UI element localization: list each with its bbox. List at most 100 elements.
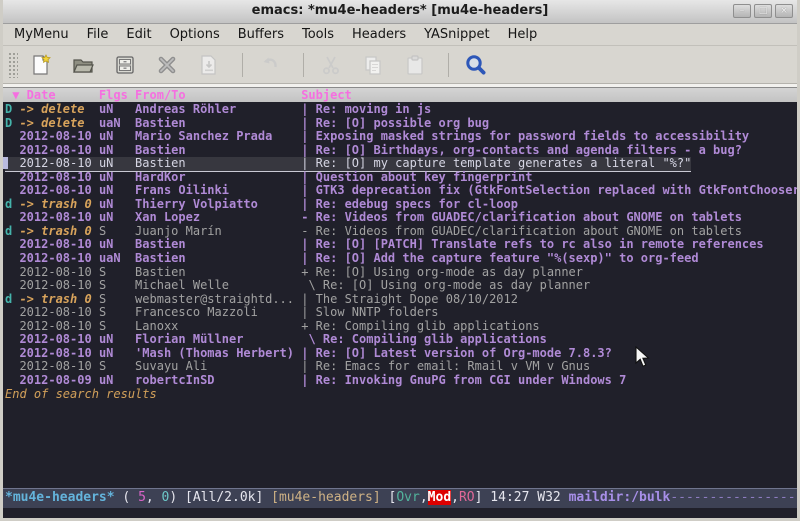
modeline-plain: ] [475, 490, 491, 505]
message-details: uN HardKor | Question about key fingerpr… [99, 170, 532, 184]
message-row[interactable]: 2012-08-10 uaN Bastien | Re: [O] Add the… [5, 252, 797, 266]
toolbar-button-save-buffer[interactable] [112, 52, 138, 78]
close-buffer-icon [154, 53, 180, 77]
message-line: 2012-08-09 uN robertcInSD | Re: Invoking… [5, 373, 626, 387]
message-date: 2012-08-10 [19, 265, 98, 279]
message-row[interactable]: 2012-08-10 uN Bastien | Re: [O] Birthday… [5, 144, 797, 158]
message-details: uN Bastien | Re: [O] [PATCH] Translate r… [99, 237, 764, 251]
message-details: S Michael Welle \ Re: [O] Using org-mode… [99, 278, 590, 292]
message-details: S Bastien + Re: [O] Using org-mode as da… [99, 265, 583, 279]
toolbar-button-open-file[interactable] [70, 52, 96, 78]
toolbar-button-new-file[interactable] [28, 52, 54, 78]
message-line: 2012-08-10 uN Bastien | Re: [O] Birthday… [5, 143, 742, 157]
message-date: 2012-08-10 [19, 305, 98, 319]
toolbar-drag-handle[interactable] [8, 52, 18, 78]
message-details: S Suvayu Ali | Re: Emacs for email: Rmai… [99, 359, 590, 373]
toolbar-button-close-buffer[interactable] [154, 52, 180, 78]
window-title: emacs: *mu4e-headers* [mu4e-headers] [3, 3, 797, 18]
message-line: D -> delete uaN Bastien | Re: [O] possib… [5, 116, 489, 130]
message-line: 2012-08-10 uN Xan Lopez - Re: Videos fro… [5, 210, 742, 224]
menu-item-file[interactable]: File [78, 24, 118, 45]
message-row[interactable]: 2012-08-10 uN Bastien | Re: [O] my captu… [5, 157, 797, 171]
toolbar [3, 46, 797, 84]
message-line: 2012-08-10 S Suvayu Ali | Re: Emacs for … [5, 359, 590, 373]
message-row[interactable]: 2012-08-10 S Bastien + Re: [O] Using org… [5, 266, 797, 280]
menu-item-headers[interactable]: Headers [343, 24, 415, 45]
message-row[interactable]: D -> delete uaN Bastien | Re: [O] possib… [5, 117, 797, 131]
toolbar-button-copy [360, 52, 386, 78]
message-date: 2012-08-10 [19, 359, 98, 373]
menu-item-tools[interactable]: Tools [293, 24, 343, 45]
message-row[interactable]: 2012-08-10 S Francesco Mazzoli | Slow NN… [5, 306, 797, 320]
message-row[interactable]: 2012-08-10 S Lanoxx + Re: Compiling glib… [5, 320, 797, 334]
message-row[interactable]: D -> delete uN Andreas Röhler | Re: movi… [5, 103, 797, 117]
menu-item-yasnippet[interactable]: YASnippet [415, 24, 499, 45]
menu-item-mymenu[interactable]: MyMenu [5, 24, 78, 45]
text-cursor [3, 157, 8, 169]
message-row[interactable]: 2012-08-10 S Suvayu Ali | Re: Emacs for … [5, 360, 797, 374]
header-line: ▼ Date Flgs From/To Subject [3, 88, 797, 102]
mark-indicator [5, 373, 19, 387]
mark-indicator [5, 305, 19, 319]
message-row[interactable]: d -> trash 0 S webmaster@straightd... | … [5, 293, 797, 307]
close-button[interactable]: × [775, 4, 793, 18]
message-date: 2012-08-10 [19, 183, 98, 197]
toolbar-button-search[interactable] [463, 52, 489, 78]
menu-item-edit[interactable]: Edit [117, 24, 160, 45]
message-line: 2012-08-10 uN 'Mash (Thomas Herbert) | R… [5, 346, 612, 360]
minimize-button[interactable]: – [733, 4, 751, 18]
mark-action: -> trash 0 [19, 224, 98, 238]
message-line: 2012-08-10 S Francesco Mazzoli | Slow NN… [5, 305, 439, 319]
menu-item-buffers[interactable]: Buffers [229, 24, 293, 45]
modeline-plain: , [146, 490, 162, 505]
maximize-button[interactable]: □ [754, 4, 772, 18]
mark-action: -> trash 0 [19, 292, 98, 306]
message-details: uN 'Mash (Thomas Herbert) | Re: [O] Late… [99, 346, 612, 360]
message-line: 2012-08-10 uN Frans Oilinki | GTK3 depre… [5, 183, 797, 197]
message-row[interactable]: 2012-08-10 uN 'Mash (Thomas Herbert) | R… [5, 347, 797, 361]
message-line: d -> trash 0 S Juanjo Marín - Re: Videos… [5, 224, 742, 238]
message-line: 2012-08-10 S Lanoxx + Re: Compiling glib… [5, 319, 540, 333]
message-row[interactable]: 2012-08-10 uN Mario Sanchez Prada | Expo… [5, 130, 797, 144]
message-row[interactable]: d -> trash 0 uN Thierry Volpiatto | Re: … [5, 198, 797, 212]
modeline-maildir: maildir:/bulk [569, 490, 671, 505]
message-date: 2012-08-10 [19, 346, 98, 360]
message-line: 2012-08-10 uN HardKor | Question about k… [5, 170, 532, 184]
message-line: 2012-08-10 uN Mario Sanchez Prada | Expo… [5, 129, 749, 143]
titlebar[interactable]: emacs: *mu4e-headers* [mu4e-headers] – □… [3, 0, 797, 24]
mark-indicator [5, 237, 19, 251]
message-row[interactable]: 2012-08-10 uN Xan Lopez - Re: Videos fro… [5, 211, 797, 225]
message-row[interactable]: 2012-08-10 uN HardKor | Question about k… [5, 171, 797, 185]
emacs-window: emacs: *mu4e-headers* [mu4e-headers] – □… [0, 0, 800, 521]
message-details: uN Frans Oilinki | GTK3 deprecation fix … [99, 183, 797, 197]
message-date: 2012-08-09 [19, 373, 98, 387]
message-details: uN Bastien | Re: [O] Birthdays, org-cont… [99, 143, 742, 157]
menu-item-options[interactable]: Options [161, 24, 229, 45]
maximize-icon: □ [759, 6, 768, 16]
message-row[interactable]: 2012-08-09 uN robertcInSD | Re: Invoking… [5, 374, 797, 388]
mark-action: -> delete [19, 116, 98, 130]
window-controls: – □ × [733, 4, 793, 18]
message-line: 2012-08-10 S Michael Welle \ Re: [O] Usi… [5, 278, 590, 292]
message-row[interactable]: 2012-08-10 uN Florian Müllner \ Re: Comp… [5, 333, 797, 347]
modeline-plain: ) [169, 490, 185, 505]
modeline-buffer-name: *mu4e-headers* [5, 490, 115, 505]
message-row[interactable]: 2012-08-10 uN Bastien | Re: [O] [PATCH] … [5, 238, 797, 252]
save-as-icon [196, 53, 222, 77]
mark-indicator [5, 210, 19, 224]
modeline-mod: Mod [428, 490, 451, 505]
mark-indicator [5, 143, 19, 157]
message-details: uN Bastien | Re: [O] my capture template… [99, 156, 691, 170]
menu-item-help[interactable]: Help [499, 24, 547, 45]
message-row[interactable]: 2012-08-10 S Michael Welle \ Re: [O] Usi… [5, 279, 797, 293]
message-date: 2012-08-10 [19, 170, 98, 184]
end-of-search-results: End of search results [5, 388, 797, 402]
message-line: 2012-08-10 S Bastien + Re: [O] Using org… [5, 265, 583, 279]
mode-line: *mu4e-headers* ( 5, 0) [All/2.0k] [mu4e-… [3, 488, 797, 508]
message-row[interactable]: d -> trash 0 S Juanjo Marín - Re: Videos… [5, 225, 797, 239]
message-details: S Francesco Mazzoli | Slow NNTP folders [99, 305, 439, 319]
message-row[interactable]: 2012-08-10 uN Frans Oilinki | GTK3 depre… [5, 184, 797, 198]
mark-indicator [5, 183, 19, 197]
message-details: S Juanjo Marín - Re: Videos from GUADEC/… [99, 224, 742, 238]
message-details: uaN Bastien | Re: [O] Add the capture fe… [99, 251, 699, 265]
